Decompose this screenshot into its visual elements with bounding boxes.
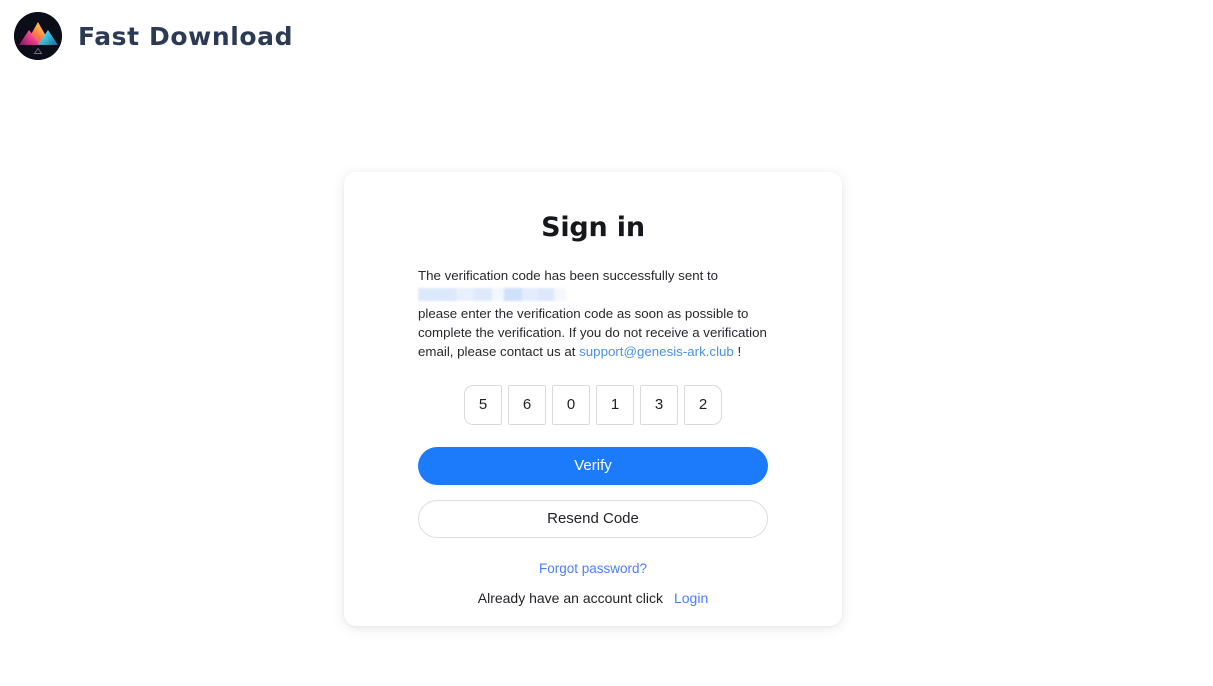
redacted-email-blur <box>418 288 566 302</box>
verify-button[interactable]: Verify <box>418 446 768 485</box>
signin-card-content: Sign in The verification code has been s… <box>418 172 768 606</box>
mountain-peak-logo-icon <box>14 12 62 60</box>
signin-card: Sign in The verification code has been s… <box>344 172 842 626</box>
code-digit-5[interactable]: 3 <box>640 384 678 425</box>
code-digit-2[interactable]: 6 <box>508 384 546 425</box>
support-email-link[interactable]: support@genesis-ark.club <box>579 344 734 359</box>
message-trailing-text: ! <box>733 343 742 359</box>
forgot-password-link[interactable]: Forgot password? <box>539 561 647 576</box>
verification-code-input-group[interactable]: 5 6 0 1 3 2 <box>418 384 768 425</box>
code-digit-6[interactable]: 2 <box>684 384 722 425</box>
login-link[interactable]: Login <box>674 590 708 606</box>
page-title: Sign in <box>541 212 645 243</box>
message-line-sent: The verification code has been successfu… <box>418 267 719 283</box>
brand-title: Fast Download <box>78 21 294 51</box>
existing-account-label: Already have an account click <box>477 589 663 606</box>
brand-header: Fast Download <box>14 12 293 60</box>
message-line-instructions: please enter the verification code as so… <box>418 305 768 361</box>
code-digit-3[interactable]: 0 <box>552 384 590 425</box>
resend-code-button[interactable]: Resend Code <box>418 499 768 538</box>
code-digit-4[interactable]: 1 <box>596 384 634 425</box>
code-digit-1[interactable]: 5 <box>464 384 502 425</box>
existing-account-row: Already have an account click Login <box>418 590 768 606</box>
forgot-password-row: Forgot password? <box>418 561 768 576</box>
verification-message: The verification code has been successfu… <box>418 267 768 362</box>
